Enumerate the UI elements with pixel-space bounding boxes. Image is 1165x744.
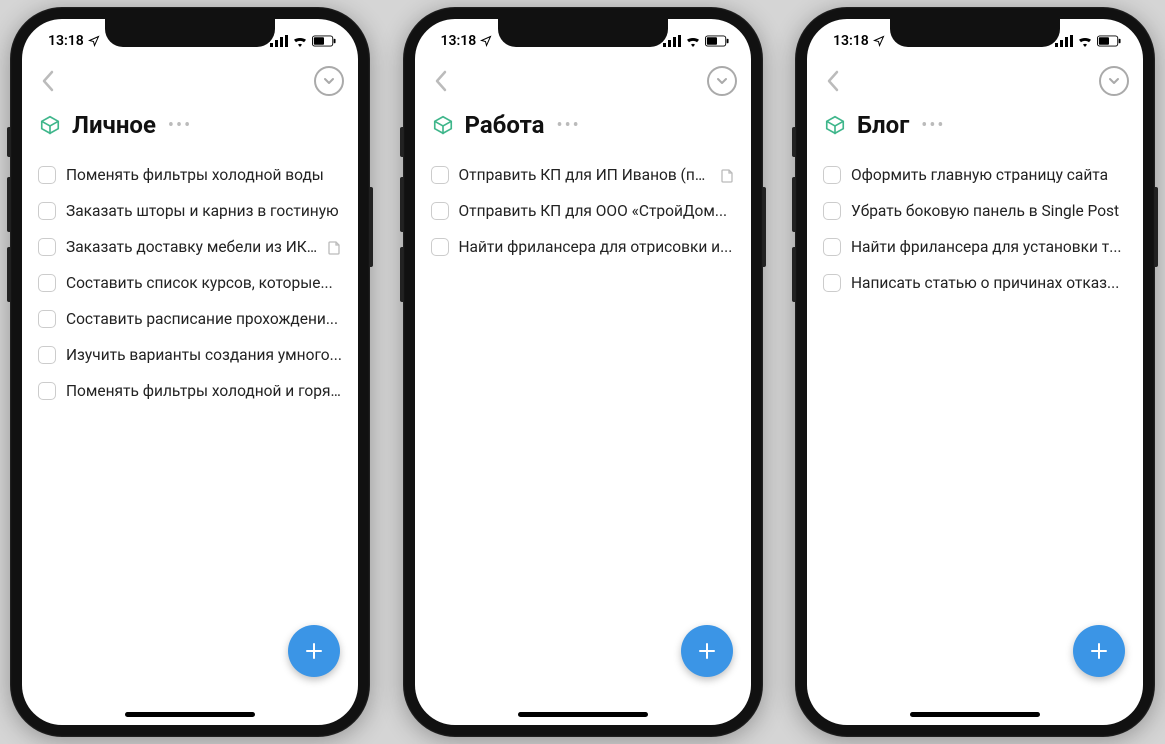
screen: 13:18 Работа ••• Отправить xyxy=(415,19,751,725)
task-label: Составить расписание прохождени... xyxy=(66,310,342,328)
box-icon xyxy=(38,113,62,137)
list-title: Работа xyxy=(465,111,545,139)
more-button[interactable]: ••• xyxy=(557,115,581,136)
task-row[interactable]: Убрать боковую панель в Single Post xyxy=(823,193,1127,229)
notch xyxy=(105,19,275,47)
task-label: Написать статью о причинах отказ... xyxy=(851,274,1127,292)
add-task-button[interactable] xyxy=(1073,625,1125,677)
task-row[interactable]: Поменять фильтры холодной и горя... xyxy=(38,373,342,409)
task-row[interactable]: Заказать доставку мебели из ИК... xyxy=(38,229,342,265)
box-icon xyxy=(431,113,455,137)
task-row[interactable]: Составить расписание прохождени... xyxy=(38,301,342,337)
task-checkbox[interactable] xyxy=(823,166,841,184)
note-icon xyxy=(328,240,342,254)
task-row[interactable]: Найти фрилансера для установки т... xyxy=(823,229,1127,265)
battery-icon xyxy=(312,35,336,47)
nav-bar xyxy=(22,63,358,99)
task-label: Найти фрилансера для отрисовки и... xyxy=(459,238,735,256)
screen: 13:18 Личное ••• Поменять xyxy=(22,19,358,725)
nav-bar xyxy=(807,63,1143,99)
task-label: Оформить главную страницу сайта xyxy=(851,166,1127,184)
task-row[interactable]: Отправить КП для ИП Иванов (по... xyxy=(431,157,735,193)
home-indicator[interactable] xyxy=(910,712,1040,717)
task-row[interactable]: Поменять фильтры холодной воды xyxy=(38,157,342,193)
task-row[interactable]: Составить список курсов, которые... xyxy=(38,265,342,301)
location-icon xyxy=(873,35,885,47)
task-checkbox[interactable] xyxy=(38,310,56,328)
task-row[interactable]: Изучить варианты создания умного... xyxy=(38,337,342,373)
task-row[interactable]: Заказать шторы и карниз в гостиную xyxy=(38,193,342,229)
task-checkbox[interactable] xyxy=(38,382,56,400)
task-label: Отправить КП для ИП Иванов (по... xyxy=(459,166,711,184)
notch xyxy=(498,19,668,47)
back-button[interactable] xyxy=(821,69,845,93)
location-icon xyxy=(480,35,492,47)
phone-frame: 13:18 Блог ••• Оформить гл xyxy=(795,7,1155,737)
home-indicator[interactable] xyxy=(518,712,648,717)
notch xyxy=(890,19,1060,47)
task-row[interactable]: Найти фрилансера для отрисовки и... xyxy=(431,229,735,265)
task-checkbox[interactable] xyxy=(38,274,56,292)
more-button[interactable]: ••• xyxy=(168,115,192,136)
task-list: Оформить главную страницу сайта Убрать б… xyxy=(807,157,1143,301)
list-title: Личное xyxy=(72,111,156,139)
wifi-icon xyxy=(1077,35,1093,47)
status-time: 13:18 xyxy=(833,33,869,49)
task-row[interactable]: Оформить главную страницу сайта xyxy=(823,157,1127,193)
task-list: Отправить КП для ИП Иванов (по... Отправ… xyxy=(415,157,751,265)
list-header: Личное ••• xyxy=(22,99,358,157)
add-task-button[interactable] xyxy=(288,625,340,677)
task-checkbox[interactable] xyxy=(823,274,841,292)
screen: 13:18 Блог ••• Оформить гл xyxy=(807,19,1143,725)
task-checkbox[interactable] xyxy=(431,238,449,256)
task-label: Поменять фильтры холодной воды xyxy=(66,166,342,184)
add-task-button[interactable] xyxy=(681,625,733,677)
task-label: Найти фрилансера для установки т... xyxy=(851,238,1127,256)
task-row[interactable]: Написать статью о причинах отказ... xyxy=(823,265,1127,301)
battery-icon xyxy=(1097,35,1121,47)
location-icon xyxy=(88,35,100,47)
home-indicator[interactable] xyxy=(125,712,255,717)
task-checkbox[interactable] xyxy=(431,202,449,220)
phone-frame: 13:18 Личное ••• Поменять xyxy=(10,7,370,737)
task-label: Отправить КП для ООО «СтройДом... xyxy=(459,202,735,220)
box-icon xyxy=(823,113,847,137)
task-checkbox[interactable] xyxy=(823,202,841,220)
status-time: 13:18 xyxy=(441,33,477,49)
task-checkbox[interactable] xyxy=(38,166,56,184)
expand-button[interactable] xyxy=(1099,66,1129,96)
task-row[interactable]: Отправить КП для ООО «СтройДом... xyxy=(431,193,735,229)
note-icon xyxy=(721,168,735,182)
task-label: Заказать доставку мебели из ИК... xyxy=(66,238,318,256)
task-label: Изучить варианты создания умного... xyxy=(66,346,342,364)
task-list: Поменять фильтры холодной воды Заказать … xyxy=(22,157,358,409)
task-checkbox[interactable] xyxy=(823,238,841,256)
back-button[interactable] xyxy=(429,69,453,93)
battery-icon xyxy=(705,35,729,47)
back-button[interactable] xyxy=(36,69,60,93)
task-checkbox[interactable] xyxy=(38,238,56,256)
task-label: Поменять фильтры холодной и горя... xyxy=(66,382,342,400)
wifi-icon xyxy=(685,35,701,47)
task-label: Составить список курсов, которые... xyxy=(66,274,342,292)
task-checkbox[interactable] xyxy=(431,166,449,184)
list-header: Блог ••• xyxy=(807,99,1143,157)
nav-bar xyxy=(415,63,751,99)
status-time: 13:18 xyxy=(48,33,84,49)
more-button[interactable]: ••• xyxy=(921,115,945,136)
task-checkbox[interactable] xyxy=(38,202,56,220)
phone-frame: 13:18 Работа ••• Отправить xyxy=(403,7,763,737)
list-title: Блог xyxy=(857,111,909,139)
task-checkbox[interactable] xyxy=(38,346,56,364)
wifi-icon xyxy=(292,35,308,47)
expand-button[interactable] xyxy=(707,66,737,96)
task-label: Убрать боковую панель в Single Post xyxy=(851,202,1127,220)
expand-button[interactable] xyxy=(314,66,344,96)
list-header: Работа ••• xyxy=(415,99,751,157)
task-label: Заказать шторы и карниз в гостиную xyxy=(66,202,342,220)
